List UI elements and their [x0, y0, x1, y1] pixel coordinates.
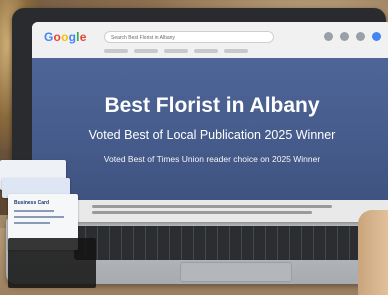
card-text-line [14, 222, 50, 224]
tab[interactable] [194, 49, 218, 53]
snippet-line [92, 211, 312, 214]
search-input[interactable]: Search Best Florist in Albany [104, 31, 274, 43]
page-title: Best Florist in Albany [104, 94, 320, 117]
laptop-trackpad [180, 262, 292, 282]
tab[interactable] [104, 49, 128, 53]
laptop-keyboard [74, 226, 364, 260]
browser-toolbar: Google Search Best Florist in Albany [32, 22, 388, 59]
card-text-line [14, 210, 54, 212]
card-stand [8, 238, 96, 288]
card-text-line [14, 216, 64, 218]
settings-icon[interactable] [340, 32, 349, 41]
mic-icon[interactable] [324, 32, 333, 41]
snippet-line [92, 205, 332, 208]
tab[interactable] [164, 49, 188, 53]
tab[interactable] [224, 49, 248, 53]
tab[interactable] [134, 49, 158, 53]
hand [358, 210, 388, 295]
result-tabs [104, 47, 248, 55]
page-subtitle: Voted Best of Local Publication 2025 Win… [88, 128, 336, 142]
avatar[interactable] [372, 32, 381, 41]
search-engine-logo: Google [44, 30, 87, 44]
apps-icon[interactable] [356, 32, 365, 41]
